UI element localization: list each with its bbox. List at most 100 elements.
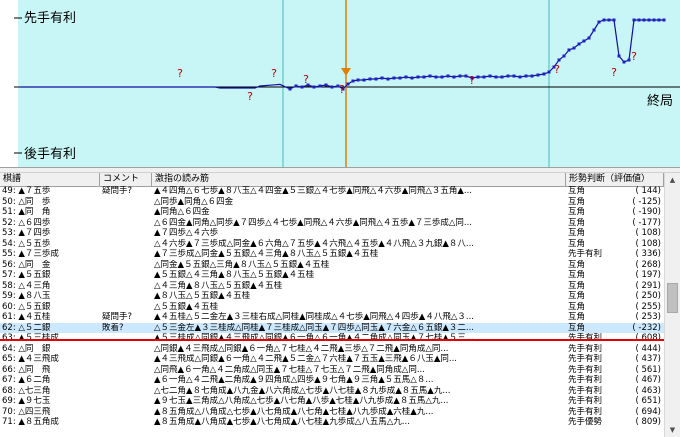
judgement-cell: 先手優勢: [568, 417, 603, 427]
evaluation-point: [422, 75, 426, 79]
eval-cell: ( 268): [635, 259, 661, 270]
header-judgement[interactable]: 形勢判断（評価値）: [566, 173, 664, 186]
table-row[interactable]: 60: △５五銀 △５五銀▲４五桂 互角 ( 255): [0, 302, 664, 313]
eval-cell: ( 144): [635, 186, 661, 196]
comment-cell: [100, 407, 152, 418]
table-row[interactable]: 61: ▲４五桂 疑問手? ▲４五桂△５二金左▲３三桂右成△同桂▲同桂成△４七歩▲同…: [0, 312, 664, 323]
comment-cell: [100, 396, 152, 407]
comment-cell: [100, 302, 152, 313]
table-row[interactable]: 53: ▲７四歩 ▲７四歩△４六歩 互角 ( 108): [0, 228, 664, 239]
evaluation-point: [404, 75, 408, 79]
evaluation-point: [512, 74, 516, 78]
eval-cell: ( 467): [635, 375, 661, 385]
table-row[interactable]: 50: △同 歩 △同歩▲同角△６四金 互角 ( -125): [0, 197, 664, 208]
evaluation-point: [597, 20, 601, 24]
table-row[interactable]: 57: ▲５五銀 ▲５五銀△４三角▲８八玉△５五銀▲４五桂 互角 ( 197): [0, 270, 664, 281]
move-cell: 66: △同 飛: [2, 364, 51, 375]
judgement-cell: 先手有利: [568, 406, 603, 417]
table-row[interactable]: 64: △同 銀 △同銀▲４三飛成△同銀▲６一角△７七桂△４二飛▲三歩△７二飛▲同…: [0, 344, 664, 355]
judgement-cell: 先手有利: [568, 354, 603, 364]
eval-cell: ( 463): [635, 385, 661, 396]
comment-cell: [100, 417, 152, 428]
table-row[interactable]: 66: △同 飛 △同飛▲６一角△４二角成△同玉▲７七桂△７七玉△７二飛▲同角成△…: [0, 365, 664, 376]
scroll-down-icon[interactable]: ▼: [665, 423, 680, 437]
table-row[interactable]: 51: ▲同 角 ▲同角△６四金 互角 ( -190): [0, 207, 664, 218]
evaluation-point: [351, 79, 355, 83]
table-row[interactable]: 56: △同 金 △同金▲５五銀△三角▲８八玉△５五銀▲４五桂 互角 ( 268): [0, 260, 664, 271]
move-cell: 70: △四三飛: [2, 406, 51, 417]
evaluation-point: [647, 18, 651, 22]
eval-cell: ( 336): [635, 249, 661, 259]
table-row[interactable]: 70: △四三飛 ▲８五角成△八角成△七歩▲八七角成▲八七角▲七桂▲八九歩成▲六桂…: [0, 407, 664, 418]
evaluation-point: [416, 75, 420, 79]
table-row[interactable]: 55: ▲７三歩成 ▲７三歩成△同金▲５五銀△４三角▲８八玉△５五銀▲４五桂 先手有…: [0, 249, 664, 260]
reading-cell: ▲８八玉△５五銀▲４五桂: [154, 291, 251, 301]
move-cell: 65: ▲４三飛成: [2, 354, 59, 364]
table-row[interactable]: 49: ▲７五歩 疑問手? ▲４四角△６七歩▲８八玉△４四金▲５三銀△４七歩▲同飛△…: [0, 186, 664, 197]
evaluation-point: [642, 18, 646, 22]
evaluation-point: [542, 72, 546, 76]
table-row[interactable]: 59: ▲８八玉 ▲８八玉△５五銀▲４五桂 互角 ( 250): [0, 291, 664, 302]
evaluation-point: [464, 74, 468, 78]
table-row[interactable]: 54: △５五歩 △４六歩▲７三歩成△同金▲６六角△７五歩▲４六飛△４五歩▲４八飛…: [0, 239, 664, 250]
eval-cell: ( 651): [635, 396, 661, 406]
table-row[interactable]: 62: △５二銀 敗着? △５三金左▲３三桂成△同桂▲７三桂成△同玉▲７四歩△同玉▲…: [0, 322, 664, 333]
evaluation-graph-canvas[interactable]: ??????? ?? 先手有利後手有利 終局: [0, 0, 680, 167]
header-kifu[interactable]: 棋譜: [0, 173, 100, 186]
evaluation-point: [582, 39, 586, 43]
move-cell: 60: △５五銀: [2, 301, 51, 312]
move-cell: 61: ▲４五桂: [2, 312, 51, 322]
comment-cell: [100, 281, 152, 292]
comment-cell: [100, 344, 152, 355]
label-sente-advantage: 先手有利: [24, 11, 76, 26]
table-row[interactable]: 58: △４三角 △４三角▲８八玉△５五銀▲４五桂 互角 ( 291): [0, 281, 664, 292]
reading-cell: ▲４五桂△５二金左▲３三桂右成△同桂▲同桂成△４七歩▲同飛△４四歩▲４八飛△３.…: [154, 312, 474, 322]
evaluation-point: [386, 77, 390, 81]
move-cell: 64: △同 銀: [2, 343, 51, 354]
vertical-scrollbar[interactable]: ▲ ▼: [664, 173, 680, 437]
scroll-up-icon[interactable]: ▲: [665, 173, 680, 187]
table-row[interactable]: 68: △七三角 △七二角▲８七角成▲八九金▲八六角成△七歩▲八七桂▲８九歩成▲８…: [0, 386, 664, 397]
evaluation-point: [318, 84, 322, 88]
reading-cell: ▲７三歩成△同金▲５五銀△４三角▲８八玉△５五銀▲４五桂: [154, 249, 379, 259]
eval-cell: ( 250): [635, 291, 661, 301]
evaluation-graph[interactable]: ????????? 先手有利 後手有利 終局: [0, 0, 680, 167]
reading-cell: △七二角▲８七角成▲八九金▲八六角成△七歩▲八七桂▲８九歩成▲８五馬▲九...: [154, 385, 451, 396]
evaluation-point: [607, 18, 611, 22]
comment-cell: [100, 218, 152, 229]
comment-cell: 疑問手?: [102, 186, 133, 196]
evaluation-point: [617, 54, 621, 58]
comment-cell: [100, 239, 152, 250]
reading-cell: ▲４三飛成△同銀▲６一角△４二飛▲５二金△７六桂▲７五玉▲三飛▲６八玉▲同...: [154, 354, 457, 364]
move-cell: 50: △同 歩: [2, 196, 51, 207]
reading-cell: △同銀▲４三飛成△同銀▲６一角△７七桂△４二飛▲三歩△７二飛▲同角成△同...: [154, 343, 449, 354]
table-row[interactable]: 69: ▲９七玉 ▲９七玉▲三角成△八角成△七歩▲八七角▲八歩▲七桂▲八九歩成▲８…: [0, 396, 664, 407]
reading-cell: ▲７四歩△４六歩: [154, 228, 219, 238]
header-reading[interactable]: 激指の読み筋: [152, 173, 566, 186]
comment-cell: [100, 386, 152, 397]
move-cell: 49: ▲７五歩: [2, 186, 51, 196]
evaluation-point: [294, 84, 298, 88]
reading-cell: ▲９七玉▲三角成△八角成△七歩▲八七角▲八歩▲七桂▲八九歩成▲８五馬△九...: [154, 396, 449, 406]
evaluation-point: [452, 75, 456, 79]
judgement-cell: 先手有利: [568, 364, 603, 375]
evaluation-point: [476, 75, 480, 79]
evaluation-point: [488, 74, 492, 78]
judgement-cell: 先手有利: [568, 385, 603, 396]
evaluation-point: [428, 74, 432, 78]
scroll-thumb[interactable]: [667, 283, 678, 313]
judgement-cell: 互角: [568, 312, 586, 322]
table-row[interactable]: 67: ▲６二角 ▲６一角△４二飛▲二角成▲９四角成△四歩▲９七角▲９三角▲５五馬…: [0, 375, 664, 386]
evaluation-point: [312, 85, 316, 89]
comment-cell: [100, 375, 152, 386]
analysis-list[interactable]: 棋譜 コメント 激指の読み筋 形勢判断（評価値） 49: ▲７五歩 疑問手? ▲４四…: [0, 173, 680, 437]
table-row[interactable]: 71: ▲８五角成 ▲８五角成▲八角成▲七歩▲八七角成▲八七桂▲九歩成△八五馬△九…: [0, 417, 664, 428]
reading-cell: △４三角▲８八玉△５五銀▲４五桂: [154, 280, 283, 291]
comment-cell: 敗着?: [102, 322, 124, 333]
header-comment[interactable]: コメント: [100, 173, 152, 186]
table-row[interactable]: 65: ▲４三飛成 ▲４三飛成△同銀▲６一角△４二飛▲５二金△７六桂▲７五玉▲三飛…: [0, 354, 664, 365]
label-gote-advantage: 後手有利: [24, 147, 76, 162]
questionable-move-marker: ?: [247, 90, 253, 103]
move-cell: 68: △七三角: [2, 385, 51, 396]
table-row[interactable]: 52: △６四歩 △６四金▲同角△同歩▲７四歩△４七歩▲同飛△４六歩▲同飛△４五歩…: [0, 218, 664, 229]
